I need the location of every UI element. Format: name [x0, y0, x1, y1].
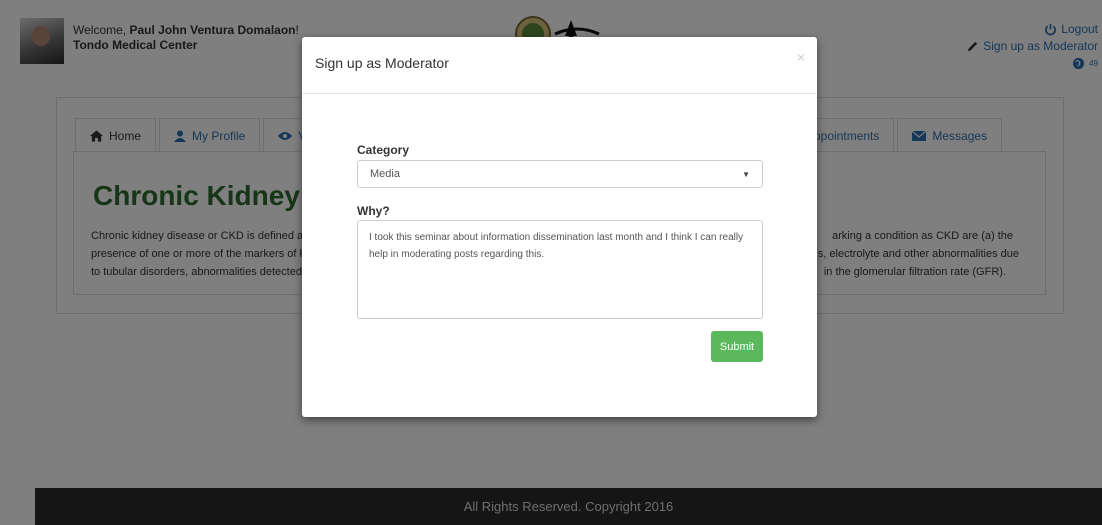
modal-title: Sign up as Moderator	[315, 55, 449, 71]
signup-moderator-modal: Sign up as Moderator × Category Media ▼ …	[302, 37, 817, 417]
chevron-down-icon: ▼	[742, 169, 750, 179]
close-icon[interactable]: ×	[797, 49, 805, 65]
category-select[interactable]: Media ▼	[357, 160, 763, 188]
why-label: Why?	[357, 204, 390, 218]
modal-header: Sign up as Moderator ×	[302, 37, 817, 94]
category-selected-value: Media	[370, 168, 400, 180]
category-label: Category	[357, 143, 410, 157]
why-textarea[interactable]: I took this seminar about information di…	[357, 220, 763, 319]
submit-button[interactable]: Submit	[711, 331, 763, 362]
